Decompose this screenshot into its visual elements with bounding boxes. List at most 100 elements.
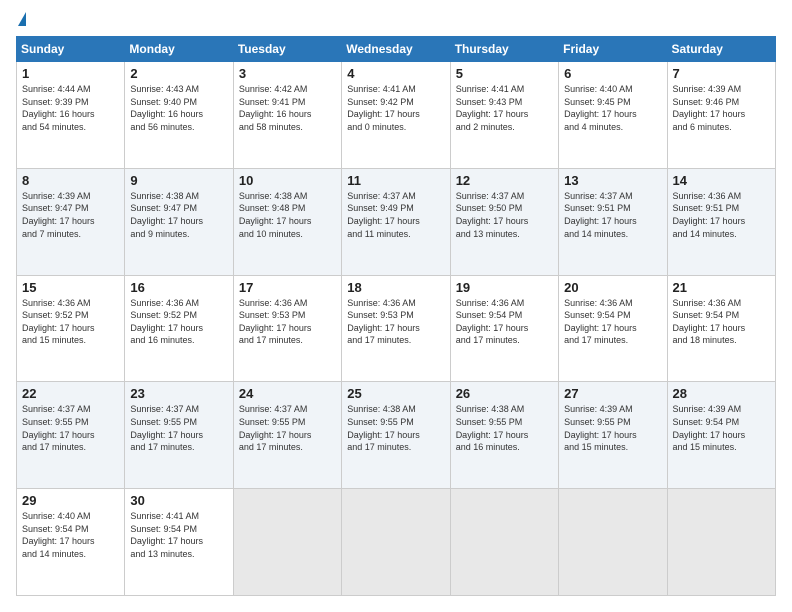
- calendar-cell: 14 Sunrise: 4:36 AM Sunset: 9:51 PM Dayli…: [667, 168, 775, 275]
- calendar-cell: 26 Sunrise: 4:38 AM Sunset: 9:55 PM Dayli…: [450, 382, 558, 489]
- day-number: 2: [130, 66, 227, 81]
- calendar-cell: 21Sunrise: 4:36 AM Sunset: 9:54 PM Dayli…: [667, 275, 775, 382]
- day-number: 30: [130, 493, 227, 508]
- cell-daylight-info: Sunrise: 4:39 AM Sunset: 9:54 PM Dayligh…: [673, 403, 770, 453]
- day-number: 19: [456, 280, 553, 295]
- cell-daylight-info: Sunrise: 4:38 AM Sunset: 9:48 PM Dayligh…: [239, 190, 336, 240]
- cell-daylight-info: Sunrise: 4:38 AM Sunset: 9:55 PM Dayligh…: [347, 403, 444, 453]
- calendar-cell: 5 Sunrise: 4:41 AM Sunset: 9:43 PM Daylig…: [450, 62, 558, 169]
- calendar-cell: 9 Sunrise: 4:38 AM Sunset: 9:47 PM Daylig…: [125, 168, 233, 275]
- cell-daylight-info: Sunrise: 4:37 AM Sunset: 9:49 PM Dayligh…: [347, 190, 444, 240]
- calendar-cell: [342, 489, 450, 596]
- day-number: 5: [456, 66, 553, 81]
- calendar-cell: 7 Sunrise: 4:39 AM Sunset: 9:46 PM Daylig…: [667, 62, 775, 169]
- calendar-cell: [233, 489, 341, 596]
- calendar-cell: 19 Sunrise: 4:36 AM Sunset: 9:54 PM Dayli…: [450, 275, 558, 382]
- day-number: 24: [239, 386, 336, 401]
- day-number: 20: [564, 280, 661, 295]
- calendar-cell: 30 Sunrise: 4:41 AM Sunset: 9:54 PM Dayli…: [125, 489, 233, 596]
- cell-daylight-info: Sunrise: 4:43 AM Sunset: 9:40 PM Dayligh…: [130, 83, 227, 133]
- day-number: 12: [456, 173, 553, 188]
- header: [16, 16, 776, 26]
- cell-daylight-info: Sunrise: 4:37 AM Sunset: 9:51 PM Dayligh…: [564, 190, 661, 240]
- calendar-cell: 20 Sunrise: 4:36 AM Sunset: 9:54 PM Dayli…: [559, 275, 667, 382]
- cell-daylight-info: Sunrise: 4:36 AM Sunset: 9:52 PM Dayligh…: [130, 297, 227, 347]
- col-header-tuesday: Tuesday: [233, 37, 341, 62]
- cell-daylight-info: Sunrise: 4:37 AM Sunset: 9:55 PM Dayligh…: [239, 403, 336, 453]
- cell-daylight-info: Sunrise: 4:37 AM Sunset: 9:55 PM Dayligh…: [130, 403, 227, 453]
- cell-daylight-info: Sunrise: 4:41 AM Sunset: 9:43 PM Dayligh…: [456, 83, 553, 133]
- cell-daylight-info: Sunrise: 4:39 AM Sunset: 9:55 PM Dayligh…: [564, 403, 661, 453]
- calendar-cell: [559, 489, 667, 596]
- calendar-cell: 25 Sunrise: 4:38 AM Sunset: 9:55 PM Dayli…: [342, 382, 450, 489]
- cell-daylight-info: Sunrise: 4:36 AM Sunset: 9:54 PM Dayligh…: [564, 297, 661, 347]
- day-number: 26: [456, 386, 553, 401]
- day-number: 18: [347, 280, 444, 295]
- calendar-cell: 10 Sunrise: 4:38 AM Sunset: 9:48 PM Dayli…: [233, 168, 341, 275]
- day-number: 9: [130, 173, 227, 188]
- calendar-cell: 29 Sunrise: 4:40 AM Sunset: 9:54 PM Dayli…: [17, 489, 125, 596]
- cell-daylight-info: Sunrise: 4:38 AM Sunset: 9:55 PM Dayligh…: [456, 403, 553, 453]
- cell-daylight-info: Sunrise: 4:39 AM Sunset: 9:46 PM Dayligh…: [673, 83, 770, 133]
- day-number: 4: [347, 66, 444, 81]
- day-number: 17: [239, 280, 336, 295]
- day-number: 22: [22, 386, 119, 401]
- calendar-cell: 22 Sunrise: 4:37 AM Sunset: 9:55 PM Dayli…: [17, 382, 125, 489]
- calendar-cell: 4 Sunrise: 4:41 AM Sunset: 9:42 PM Daylig…: [342, 62, 450, 169]
- calendar-cell: 17 Sunrise: 4:36 AM Sunset: 9:53 PM Dayli…: [233, 275, 341, 382]
- day-number: 16: [130, 280, 227, 295]
- col-header-thursday: Thursday: [450, 37, 558, 62]
- calendar-cell: 1 Sunrise: 4:44 AM Sunset: 9:39 PM Daylig…: [17, 62, 125, 169]
- calendar-cell: [450, 489, 558, 596]
- day-number: 8: [22, 173, 119, 188]
- calendar-cell: [667, 489, 775, 596]
- calendar-cell: 23 Sunrise: 4:37 AM Sunset: 9:55 PM Dayli…: [125, 382, 233, 489]
- col-header-saturday: Saturday: [667, 37, 775, 62]
- calendar-cell: 8Sunrise: 4:39 AM Sunset: 9:47 PM Daylig…: [17, 168, 125, 275]
- col-header-wednesday: Wednesday: [342, 37, 450, 62]
- cell-daylight-info: Sunrise: 4:40 AM Sunset: 9:54 PM Dayligh…: [22, 510, 119, 560]
- day-number: 27: [564, 386, 661, 401]
- calendar-cell: 24 Sunrise: 4:37 AM Sunset: 9:55 PM Dayli…: [233, 382, 341, 489]
- cell-daylight-info: Sunrise: 4:37 AM Sunset: 9:50 PM Dayligh…: [456, 190, 553, 240]
- calendar-cell: 2 Sunrise: 4:43 AM Sunset: 9:40 PM Daylig…: [125, 62, 233, 169]
- calendar-cell: 13 Sunrise: 4:37 AM Sunset: 9:51 PM Dayli…: [559, 168, 667, 275]
- day-number: 6: [564, 66, 661, 81]
- cell-daylight-info: Sunrise: 4:37 AM Sunset: 9:55 PM Dayligh…: [22, 403, 119, 453]
- day-number: 29: [22, 493, 119, 508]
- cell-daylight-info: Sunrise: 4:36 AM Sunset: 9:51 PM Dayligh…: [673, 190, 770, 240]
- day-number: 23: [130, 386, 227, 401]
- day-number: 10: [239, 173, 336, 188]
- col-header-monday: Monday: [125, 37, 233, 62]
- col-header-sunday: Sunday: [17, 37, 125, 62]
- cell-daylight-info: Sunrise: 4:41 AM Sunset: 9:54 PM Dayligh…: [130, 510, 227, 560]
- day-number: 14: [673, 173, 770, 188]
- cell-daylight-info: Sunrise: 4:36 AM Sunset: 9:54 PM Dayligh…: [456, 297, 553, 347]
- col-header-friday: Friday: [559, 37, 667, 62]
- cell-daylight-info: Sunrise: 4:36 AM Sunset: 9:53 PM Dayligh…: [347, 297, 444, 347]
- page: SundayMondayTuesdayWednesdayThursdayFrid…: [0, 0, 792, 612]
- day-number: 1: [22, 66, 119, 81]
- day-number: 21: [673, 280, 770, 295]
- cell-daylight-info: Sunrise: 4:44 AM Sunset: 9:39 PM Dayligh…: [22, 83, 119, 133]
- day-number: 11: [347, 173, 444, 188]
- cell-daylight-info: Sunrise: 4:40 AM Sunset: 9:45 PM Dayligh…: [564, 83, 661, 133]
- day-number: 7: [673, 66, 770, 81]
- calendar-table: SundayMondayTuesdayWednesdayThursdayFrid…: [16, 36, 776, 596]
- calendar-cell: 6 Sunrise: 4:40 AM Sunset: 9:45 PM Daylig…: [559, 62, 667, 169]
- cell-daylight-info: Sunrise: 4:36 AM Sunset: 9:53 PM Dayligh…: [239, 297, 336, 347]
- logo: [16, 16, 26, 26]
- cell-daylight-info: Sunrise: 4:36 AM Sunset: 9:52 PM Dayligh…: [22, 297, 119, 347]
- calendar-cell: 18 Sunrise: 4:36 AM Sunset: 9:53 PM Dayli…: [342, 275, 450, 382]
- calendar-cell: 27 Sunrise: 4:39 AM Sunset: 9:55 PM Dayli…: [559, 382, 667, 489]
- cell-daylight-info: Sunrise: 4:38 AM Sunset: 9:47 PM Dayligh…: [130, 190, 227, 240]
- calendar-cell: 12 Sunrise: 4:37 AM Sunset: 9:50 PM Dayli…: [450, 168, 558, 275]
- day-number: 28: [673, 386, 770, 401]
- cell-daylight-info: Sunrise: 4:41 AM Sunset: 9:42 PM Dayligh…: [347, 83, 444, 133]
- day-number: 25: [347, 386, 444, 401]
- day-number: 13: [564, 173, 661, 188]
- logo-triangle-icon: [18, 12, 26, 26]
- calendar-cell: 11 Sunrise: 4:37 AM Sunset: 9:49 PM Dayli…: [342, 168, 450, 275]
- cell-daylight-info: Sunrise: 4:42 AM Sunset: 9:41 PM Dayligh…: [239, 83, 336, 133]
- day-number: 3: [239, 66, 336, 81]
